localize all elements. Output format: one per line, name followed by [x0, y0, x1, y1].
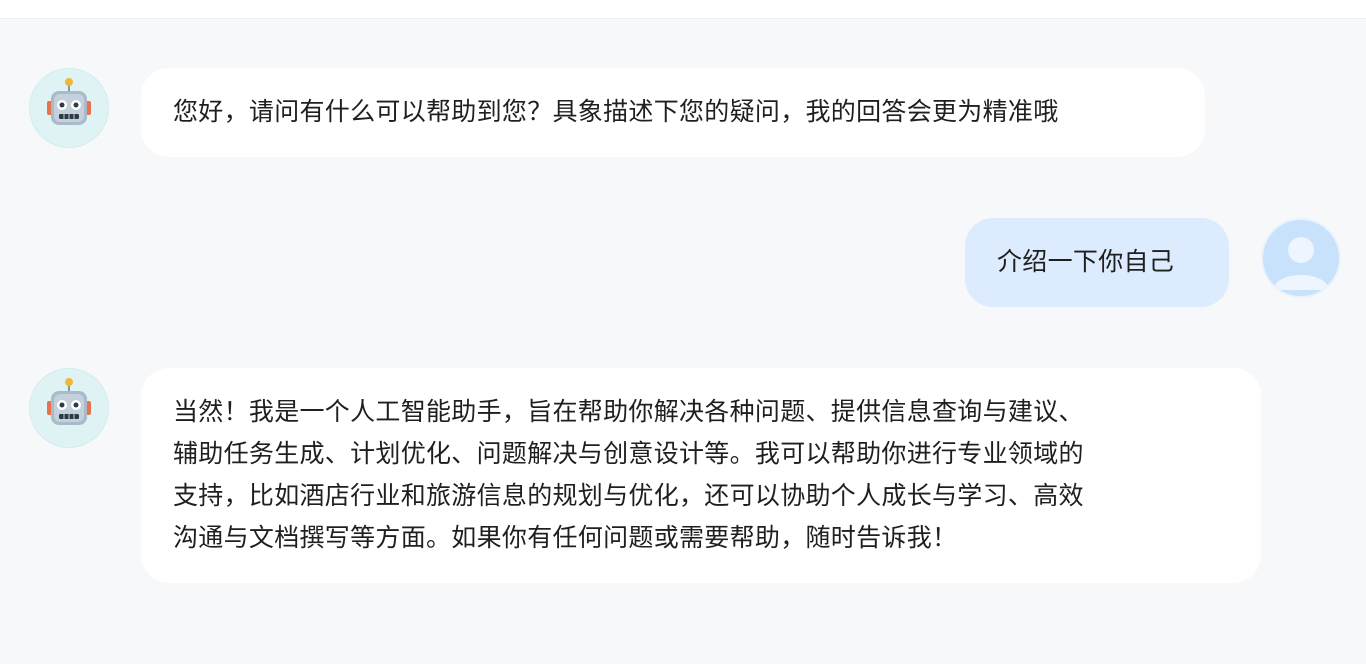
message-line: 辅助任务生成、计划优化、问题解决与创意设计等。我可以帮助你进行专业领域的 — [173, 439, 1084, 468]
top-bar — [0, 0, 1366, 19]
message-line: 支持，比如酒店行业和旅游信息的规划与优化，还可以协助个人成长与学习、高效 — [173, 481, 1084, 510]
user-message-bubble: 介绍一下你自己 — [965, 218, 1229, 307]
robot-icon — [29, 68, 109, 148]
message-line: 沟通与文档撰写等方面。如果你有任何问题或需要帮助，随时告诉我！ — [173, 523, 958, 552]
chat-message-list[interactable]: 您好，请问有什么可以帮助到您？具象描述下您的疑问，我的回答会更为精准哦 介绍一下… — [0, 19, 1366, 664]
robot-icon — [29, 368, 109, 448]
message-text: 介绍一下你自己 — [997, 247, 1175, 276]
user-avatar-icon — [1261, 218, 1341, 298]
message-text: 您好，请问有什么可以帮助到您？具象描述下您的疑问，我的回答会更为精准哦 — [173, 97, 1059, 126]
assistant-message-bubble: 您好，请问有什么可以帮助到您？具象描述下您的疑问，我的回答会更为精准哦 — [141, 68, 1205, 157]
message-line: 当然！我是一个人工智能助手，旨在帮助你解决各种问题、提供信息查询与建议、 — [173, 397, 1084, 426]
assistant-message-bubble: 当然！我是一个人工智能助手，旨在帮助你解决各种问题、提供信息查询与建议、 辅助任… — [141, 368, 1261, 583]
